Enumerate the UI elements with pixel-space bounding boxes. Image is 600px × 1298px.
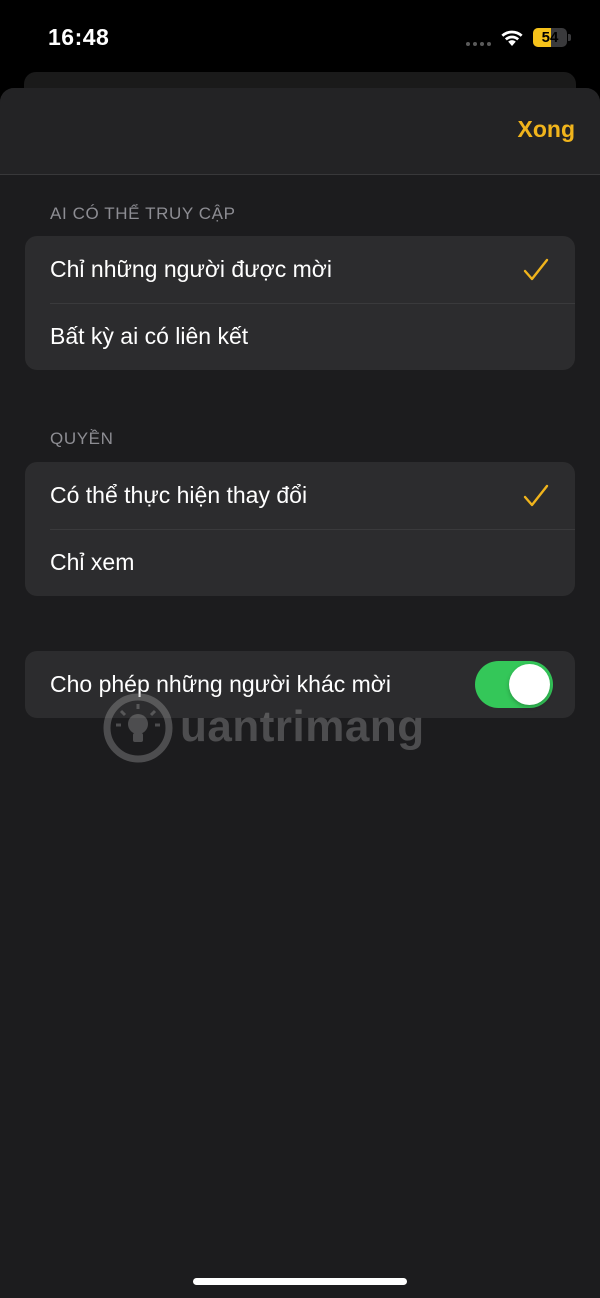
permission-option-view-only[interactable]: Chỉ xem [25,529,575,596]
toggle-knob [509,664,550,705]
checkmark-icon [523,484,549,507]
access-section-header: AI CÓ THỂ TRUY CẬP [50,204,236,223]
permission-option-can-edit[interactable]: Có thể thực hiện thay đổi [25,462,575,529]
battery-level: 54 [541,29,559,46]
permission-options-group: Có thể thực hiện thay đổi Chỉ xem [25,462,575,596]
allow-invite-toggle[interactable] [475,661,553,708]
watermark-text: uantrimang [180,702,425,751]
share-options-sheet: Xong AI CÓ THỂ TRUY CẬP Chỉ những người … [0,88,600,1298]
access-option-invited-only[interactable]: Chỉ những người được mời [25,236,575,303]
access-option-anyone-with-link[interactable]: Bất kỳ ai có liên kết [25,303,575,370]
wifi-icon [501,30,523,46]
lightbulb-logo-icon [103,693,173,763]
battery-icon: 54 [533,28,571,47]
permission-section-header: QUYỀN [50,429,114,448]
permission-option-label: Có thể thực hiện thay đổi [50,482,308,508]
cellular-signal-icon [466,42,491,46]
access-option-label: Chỉ những người được mời [50,256,332,282]
nav-bar: Xong [0,88,600,175]
status-bar: 16:48 54 [0,0,600,72]
home-indicator[interactable] [193,1278,407,1285]
status-time: 16:48 [48,24,110,50]
permission-option-label: Chỉ xem [50,549,135,575]
access-options-group: Chỉ những người được mời Bất kỳ ai có li… [25,236,575,370]
checkmark-icon [523,258,549,281]
done-button[interactable]: Xong [518,116,576,143]
watermark: uantrimang [102,688,452,768]
access-option-label: Bất kỳ ai có liên kết [50,323,249,349]
